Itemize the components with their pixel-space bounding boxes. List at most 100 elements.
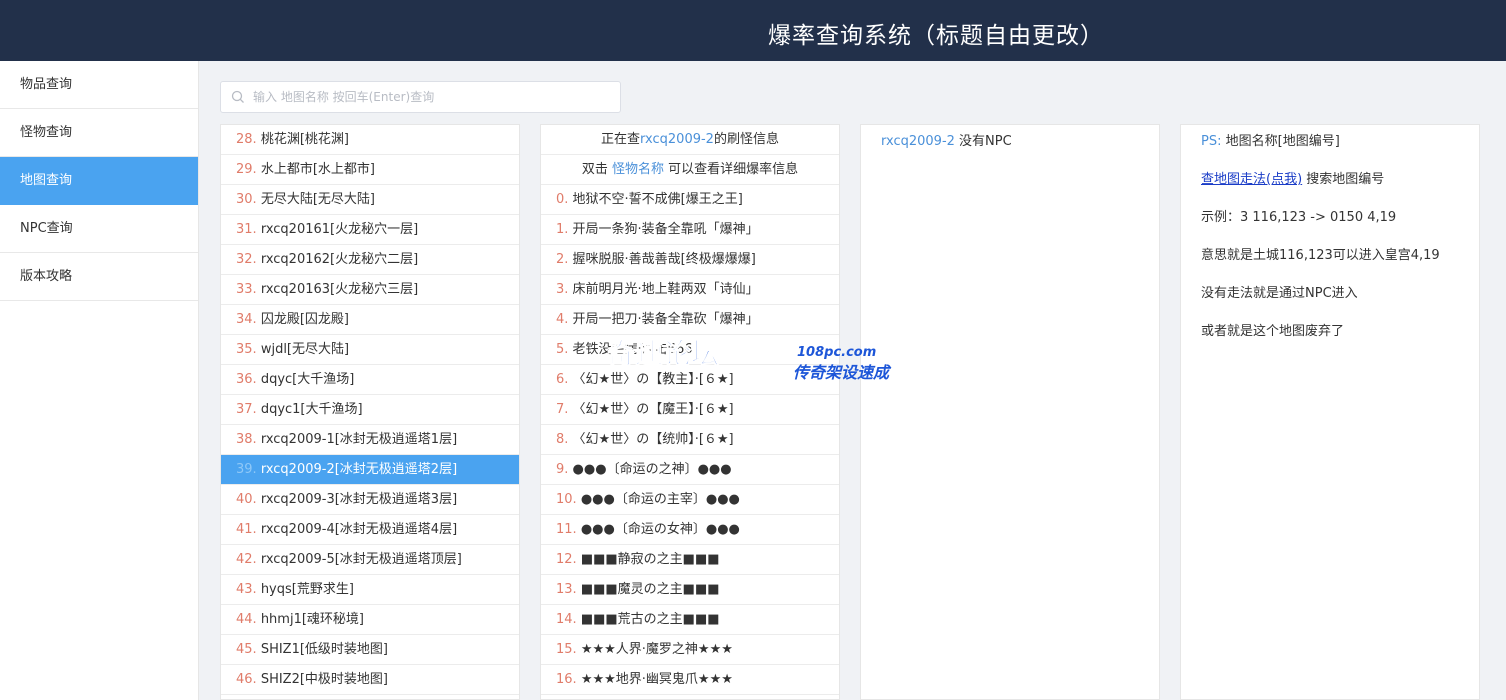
row-name: ●●●〔命运の女神〕●●● [576,522,740,537]
row-index: 6. [556,372,569,387]
monster-list-item[interactable]: 11. ●●●〔命运の女神〕●●● [541,515,839,545]
row-index: 4. [556,312,569,327]
row-index: 7. [556,402,569,417]
map-list-item[interactable]: 28. 桃花渊[桃花渊] [221,125,519,155]
monster-list-item[interactable]: 8. 〈幻★世〉の【统帅】·[６★] [541,425,839,455]
monster-panel-header: 正在查rxcq2009-2的刷怪信息 [541,125,839,155]
map-list-item[interactable]: 35. wjdl[无尽大陆] [221,335,519,365]
map-list-item[interactable]: 34. 囚龙殿[囚龙殿] [221,305,519,335]
hint-prefix: 双击 [581,162,608,177]
row-name: ●●●〔命运の之神〕●●● [568,462,732,477]
row-index: 41. [236,522,257,537]
row-name: rxcq20163[火龙秘穴三层] [256,282,419,297]
row-name: 桃花渊[桃花渊] [256,132,349,147]
monster-list-item[interactable]: 9. ●●●〔命运の之神〕●●● [541,455,839,485]
row-index: 39. [236,462,257,477]
row-index: 10. [556,492,577,507]
map-list-item[interactable]: 38. rxcq2009-1[冰封无极逍遥塔1层] [221,425,519,455]
help-panel: PS: 地图名称[地图编号] 查地图走法(点我) 搜索地图编号 示例：3 116… [1180,124,1480,700]
row-name: 水上都市[水上都市] [256,162,375,177]
sidebar-item-npc-query[interactable]: NPC查询 [0,205,198,253]
map-list-item[interactable]: 29. 水上都市[水上都市] [221,155,519,185]
map-list-item[interactable]: 44. hhmj1[魂环秘境] [221,605,519,635]
monster-list-item[interactable]: 13. ■■■魔灵の之主■■■ [541,575,839,605]
row-index: 16. [556,672,577,687]
monster-list-item[interactable]: 16. ★★★地界·幽冥鬼爪★★★ [541,665,839,695]
help-note-abandoned: 或者就是这个地图废弃了 [1201,324,1345,339]
app-title: 爆率查询系统（标题自由更改） [768,23,1104,49]
map-list-item[interactable]: 36. dqyc[大千渔场] [221,365,519,395]
row-name: hhmj1[魂环秘境] [256,612,364,627]
map-list-item[interactable]: 41. rxcq2009-4[冰封无极逍遥塔4层] [221,515,519,545]
monster-list-item[interactable]: 1. 开局一条狗·装备全靠吼「爆神」 [541,215,839,245]
map-list-item[interactable]: 33. rxcq20163[火龙秘穴三层] [221,275,519,305]
map-route-link[interactable]: 查地图走法(点我) [1201,172,1302,187]
row-index: 34. [236,312,257,327]
row-name: ■■■静寂の之主■■■ [576,552,720,567]
monster-list-item[interactable]: 12. ■■■静寂の之主■■■ [541,545,839,575]
monster-list-item[interactable]: 0. 地狱不空·誓不成佛[爆王之王] [541,185,839,215]
row-name: ●●●〔命运の主宰〕●●● [576,492,740,507]
map-list-item[interactable]: 45. SHIZ1[低级时装地图] [221,635,519,665]
map-list-item[interactable]: 30. 无尽大陆[无尽大陆] [221,185,519,215]
monster-list-item[interactable]: 14. ■■■荒古の之主■■■ [541,605,839,635]
hint-suffix: 可以查看详细爆率信息 [668,162,799,177]
row-index: 35. [236,342,257,357]
link-suffix: 搜索地图编号 [1302,172,1385,187]
monster-header-map: rxcq2009-2 [640,132,714,147]
row-name: wjdl[无尽大陆] [256,342,350,357]
search-box [220,81,621,113]
row-name: rxcq2009-5[冰封无极逍遥塔顶层] [256,552,462,567]
monster-list-item[interactable]: 7. 〈幻★世〉の【魔王】·[６★] [541,395,839,425]
sidebar-item-monster-query[interactable]: 怪物查询 [0,109,198,157]
monster-list-item[interactable]: 10. ●●●〔命运の主宰〕●●● [541,485,839,515]
search-icon [231,90,244,103]
row-index: 40. [236,492,257,507]
map-list-item[interactable]: 40. rxcq2009-3[冰封无极逍遥塔3层] [221,485,519,515]
row-index: 38. [236,432,257,447]
monster-list-item[interactable]: 15. ★★★人界·魔罗之神★★★ [541,635,839,665]
map-list-item[interactable]: 32. rxcq20162[火龙秘穴二层] [221,245,519,275]
row-name: 开局一把刀·装备全靠砍「爆神」 [568,312,759,327]
row-name: ■■■魔灵の之主■■■ [576,582,720,597]
map-list-item[interactable]: 39. rxcq2009-2[冰封无极逍遥塔2层] [221,455,519,485]
row-index: 15. [556,642,577,657]
search-input[interactable] [253,82,613,112]
row-name: 囚龙殿[囚龙殿] [256,312,349,327]
row-index: 43. [236,582,257,597]
row-name: rxcq20162[火龙秘穴二层] [256,252,419,267]
monster-list-item[interactable]: 5. 老铁没毛病·双击666 [541,335,839,365]
row-name: rxcq2009-2[冰封无极逍遥塔2层] [256,462,458,477]
row-name: rxcq2009-1[冰封无极逍遥塔1层] [256,432,458,447]
sidebar: 物品查询 怪物查询 地图查询 NPC查询 版本攻略 [0,61,199,700]
row-name: 握咪脱服·善哉善哉[终极爆爆爆] [568,252,756,267]
row-index: 13. [556,582,577,597]
app-header: 爆率查询系统（标题自由更改） [0,0,1506,61]
row-name: ★★★地界·幽冥鬼爪★★★ [576,672,733,687]
row-name: 地狱不空·誓不成佛[爆王之王] [568,192,743,207]
row-name: SHIZ2[中极时装地图] [256,672,389,687]
row-index: 11. [556,522,577,537]
map-list-item[interactable]: 43. hyqs[荒野求生] [221,575,519,605]
hint-monster-name: 怪物名称 [611,162,664,177]
row-name: 床前明月光·地上鞋两双「诗仙」 [568,282,759,297]
monster-list-item[interactable]: 3. 床前明月光·地上鞋两双「诗仙」 [541,275,839,305]
monster-header-prefix: 正在查 [601,132,641,147]
sidebar-item-map-query[interactable]: 地图查询 [0,157,198,205]
monster-list-item[interactable]: 2. 握咪脱服·善哉善哉[终极爆爆爆] [541,245,839,275]
help-meaning: 意思就是土城116,123可以进入皇宫4,19 [1201,248,1440,263]
sidebar-item-version-guide[interactable]: 版本攻略 [0,253,198,301]
row-index: 28. [236,132,257,147]
monster-panel-hint: 双击 怪物名称 可以查看详细爆率信息 [541,155,839,185]
map-list-item[interactable]: 42. rxcq2009-5[冰封无极逍遥塔顶层] [221,545,519,575]
row-name: dqyc1[大千渔场] [256,402,363,417]
monster-list-item[interactable]: 6. 〈幻★世〉の【教主】·[６★] [541,365,839,395]
row-name: hyqs[荒野求生] [256,582,354,597]
map-list-item[interactable]: 37. dqyc1[大千渔场] [221,395,519,425]
map-list-item[interactable]: 46. SHIZ2[中极时装地图] [221,665,519,695]
sidebar-item-item-query[interactable]: 物品查询 [0,61,198,109]
row-index: 12. [556,552,577,567]
row-name: rxcq2009-3[冰封无极逍遥塔3层] [256,492,458,507]
monster-list-item[interactable]: 4. 开局一把刀·装备全靠砍「爆神」 [541,305,839,335]
map-list-item[interactable]: 31. rxcq20161[火龙秘穴一层] [221,215,519,245]
